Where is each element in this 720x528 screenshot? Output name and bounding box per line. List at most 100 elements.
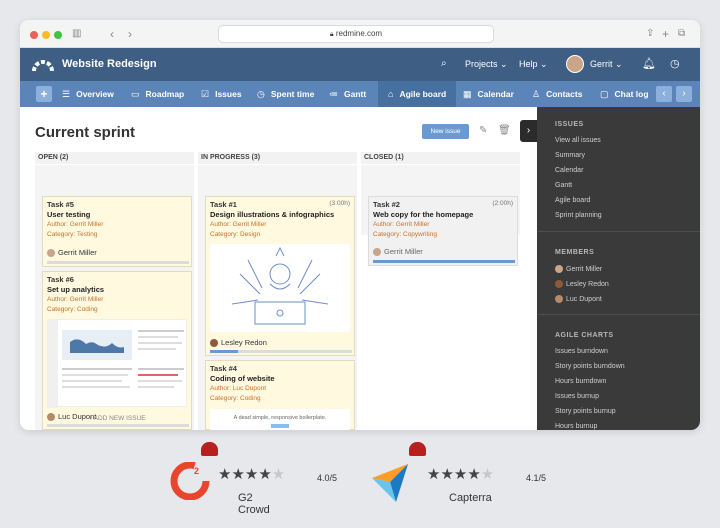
- task-id[interactable]: Task #2: [373, 200, 400, 209]
- sidebar-link[interactable]: Gantt: [555, 182, 572, 189]
- add-button[interactable]: +: [36, 86, 52, 102]
- tab-agile-board[interactable]: ⌂ Agile board: [378, 81, 457, 107]
- tabs-icon[interactable]: ⧉: [678, 27, 685, 41]
- category-value[interactable]: Testing: [77, 231, 98, 238]
- project-title[interactable]: Website Redesign: [62, 58, 157, 70]
- nav-prev-button[interactable]: ‹: [656, 86, 672, 102]
- member-item[interactable]: Gerrit Miller: [555, 265, 602, 273]
- task-card[interactable]: Task #5 User testing Author: Gerrit Mill…: [42, 196, 192, 267]
- avatar[interactable]: [566, 55, 584, 73]
- progress-fill: [373, 260, 515, 263]
- add-new-issue-link[interactable]: + ADD NEW ISSUE: [42, 415, 192, 422]
- help-menu[interactable]: Help ⌄: [519, 59, 548, 70]
- sidebar: ISSUES View all issues Summary Calendar …: [537, 107, 700, 430]
- page-title: Current sprint: [35, 124, 136, 141]
- zoom-window-button[interactable]: [54, 31, 62, 39]
- tab-issues[interactable]: ☑ Issues: [201, 81, 242, 107]
- task-subject[interactable]: Design illustrations & infographics: [210, 210, 352, 219]
- author-label: Author:: [210, 385, 231, 392]
- task-id[interactable]: Task #1: [210, 200, 237, 209]
- member-item[interactable]: Luc Dupont: [555, 295, 602, 303]
- task-assignee[interactable]: Gerrit Miller: [47, 248, 97, 258]
- sidebar-link[interactable]: Sprint planning: [555, 212, 602, 219]
- tab-overview[interactable]: ☰ Overview: [62, 81, 114, 107]
- user-menu[interactable]: Gerrit ⌄: [590, 59, 623, 70]
- author-name[interactable]: Gerrit Miller: [233, 221, 267, 228]
- sidebar-link[interactable]: Summary: [555, 152, 585, 159]
- address-bar[interactable]: 🔒︎ redmine.com: [218, 25, 494, 43]
- task-author: Author: Gerrit Miller: [373, 221, 429, 228]
- sidebar-toggle-chevron-icon[interactable]: ›: [520, 120, 537, 142]
- redmine-logo-icon[interactable]: [32, 56, 54, 72]
- category-label: Category:: [210, 395, 239, 402]
- edit-icon[interactable]: ✎: [479, 125, 487, 136]
- task-assignee[interactable]: Gerrit Miller: [373, 247, 423, 257]
- progress-fill: [210, 350, 239, 353]
- new-issue-button[interactable]: New issue: [422, 124, 469, 139]
- plus-icon[interactable]: +: [662, 27, 669, 41]
- category-value[interactable]: Coding: [77, 306, 98, 313]
- redmine-badge-icon: [409, 442, 426, 456]
- share-icon[interactable]: ⇪: [646, 27, 654, 41]
- website-preview[interactable]: A dead simple, responsive boilerplate.: [210, 409, 350, 430]
- analytics-screenshot[interactable]: [47, 319, 187, 408]
- sidebar-icon[interactable]: ▥: [72, 27, 81, 41]
- tab-calendar[interactable]: ▦ Calendar: [463, 81, 514, 107]
- task-author: Author: Gerrit Miller: [47, 296, 103, 303]
- tab-spent-time[interactable]: ◷ Spent time: [257, 81, 314, 107]
- sidebar-link[interactable]: Issues burndown: [555, 348, 608, 355]
- avatar: [555, 280, 563, 288]
- category-value[interactable]: Design: [240, 231, 260, 238]
- sidebar-link[interactable]: Issues burnup: [555, 393, 599, 400]
- tab-roadmap[interactable]: ▭ Roadmap: [131, 81, 184, 107]
- sidebar-link[interactable]: Story points burndown: [555, 363, 625, 370]
- task-id[interactable]: Task #4: [210, 364, 237, 373]
- illustration-image[interactable]: [210, 244, 350, 332]
- author-name[interactable]: Gerrit Miller: [70, 221, 104, 228]
- tab-contacts[interactable]: ♙ Contacts: [532, 81, 582, 107]
- nav-next-button[interactable]: ›: [676, 86, 692, 102]
- task-card[interactable]: Task #2 (2:00h) Web copy for the homepag…: [368, 196, 518, 266]
- rating-value: 4.1/5: [526, 473, 547, 483]
- category-value[interactable]: Coding: [240, 395, 261, 402]
- member-name: Luc Dupont: [566, 295, 602, 303]
- sidebar-link[interactable]: Story points burnup: [555, 408, 616, 415]
- member-item[interactable]: Lesley Redon: [555, 280, 609, 288]
- chevron-left-icon[interactable]: ‹: [110, 27, 114, 41]
- task-subject[interactable]: Set up analytics: [47, 285, 189, 294]
- author-name[interactable]: Gerrit Miller: [396, 221, 430, 228]
- projects-menu[interactable]: Projects ⌄: [465, 59, 508, 70]
- sidebar-link[interactable]: Calendar: [555, 167, 583, 174]
- tab-gantt[interactable]: ≔ Gantt: [329, 81, 366, 107]
- task-id[interactable]: Task #6: [47, 275, 74, 284]
- gantt-icon: ≔: [329, 89, 338, 99]
- tab-chat-log[interactable]: ▢ Chat log: [600, 81, 649, 107]
- minimize-window-button[interactable]: [42, 31, 50, 39]
- task-card[interactable]: Task #4 Coding of website Author: Luc Du…: [205, 360, 355, 430]
- task-assignee[interactable]: Lesley Redon: [210, 338, 267, 348]
- clock-icon[interactable]: ◷: [670, 57, 680, 70]
- trash-icon[interactable]: 🗑︎: [498, 125, 511, 136]
- chevron-right-icon[interactable]: ›: [128, 27, 132, 41]
- task-subject[interactable]: Coding of website: [210, 374, 352, 383]
- task-category: Category: Coding: [210, 395, 261, 402]
- sidebar-link[interactable]: View all issues: [555, 137, 601, 144]
- task-category: Category: Testing: [47, 231, 98, 238]
- task-id[interactable]: Task #5: [47, 200, 74, 209]
- task-card[interactable]: Task #1 (3:00h) Design illustrations & i…: [205, 196, 355, 356]
- sidebar-link[interactable]: Hours burnup: [555, 423, 597, 430]
- analytics-dashboard-thumbnail-icon: [48, 320, 184, 408]
- close-window-button[interactable]: [30, 31, 38, 39]
- search-icon[interactable]: ⌕: [441, 58, 447, 69]
- sidebar-link[interactable]: Agile board: [555, 197, 590, 204]
- task-card[interactable]: Task #6 Set up analytics Author: Gerrit …: [42, 271, 192, 430]
- sidebar-link[interactable]: Hours burndown: [555, 378, 606, 385]
- sidebar-heading-issues: ISSUES: [555, 121, 584, 128]
- author-name[interactable]: Gerrit Miller: [70, 296, 104, 303]
- author-name[interactable]: Luc Dupont: [233, 385, 266, 392]
- task-subject[interactable]: User testing: [47, 210, 189, 219]
- task-subject[interactable]: Web copy for the homepage: [373, 210, 515, 219]
- author-label: Author:: [373, 221, 394, 228]
- category-value[interactable]: Copywriting: [403, 231, 437, 238]
- bell-icon[interactable]: 🔔︎: [642, 57, 656, 70]
